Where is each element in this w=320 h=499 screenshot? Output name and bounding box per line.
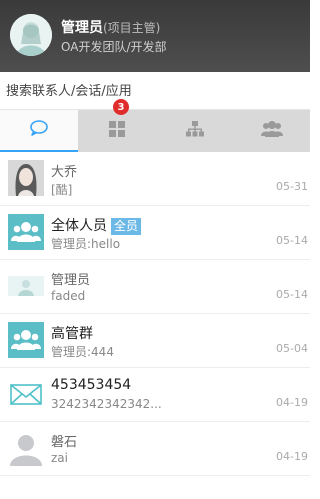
conversation-time: 05-04 [276, 342, 308, 355]
search-bar [0, 72, 310, 110]
conversation-title: 高管群 [51, 326, 93, 342]
conversation-preview: 3242342342342... [51, 397, 162, 411]
conversation-preview: [酷] [51, 183, 73, 197]
contacts-icon [261, 120, 283, 142]
conversation-title: 453453454 [51, 377, 132, 393]
conversation-time: 04-19 [276, 396, 308, 409]
group-icon [8, 322, 44, 358]
conversation-title: 全体人员 全员 [51, 215, 142, 235]
conversation-item[interactable]: 全体人员 全员 管理员:hello 05-14 [0, 206, 310, 260]
apps-icon [108, 120, 126, 142]
person-icon [8, 430, 44, 466]
conversation-item[interactable]: 高管群 管理员:444 05-04 [0, 314, 310, 368]
conversation-preview: 管理员:hello [51, 237, 121, 251]
conversation-preview: zai [51, 451, 68, 465]
conversation-preview: 管理员:444 [51, 345, 114, 359]
user-avatar[interactable] [10, 14, 52, 56]
tab-chats[interactable] [0, 110, 78, 152]
conversation-item[interactable]: 磐石 zai 04-19 [0, 422, 310, 476]
conversation-title: 管理员 [51, 273, 91, 288]
tab-bar [0, 110, 310, 152]
conversation-item[interactable]: 453453454 3242342342342... 04-19 [0, 368, 310, 422]
user-department: OA开发团队/开发部 [61, 40, 167, 54]
conversation-time: 05-14 [276, 288, 308, 301]
photo-avatar [8, 268, 44, 304]
conversation-preview: faded [51, 289, 86, 303]
user-role: (项目主管) [103, 21, 161, 35]
tab-organization[interactable] [156, 110, 234, 152]
user-name: 管理员(项目主管) [61, 20, 161, 36]
conversation-title: 磐石 [51, 435, 78, 450]
all-members-tag: 全员 [111, 218, 142, 235]
chat-icon [29, 119, 49, 141]
user-header: 管理员(项目主管) OA开发团队/开发部 [0, 0, 310, 72]
conversation-list: 大乔 [酷] 05-31 全体人员 全员 管理员:hello 05-14 管理员… [0, 152, 310, 476]
apps-badge: 3 [113, 99, 129, 115]
conversation-item[interactable]: 管理员 faded 05-14 [0, 260, 310, 314]
conversation-time: 04-19 [276, 450, 308, 463]
conversation-time: 05-14 [276, 234, 308, 247]
conversation-title: 大乔 [51, 165, 78, 180]
tab-apps[interactable] [78, 110, 156, 152]
photo-avatar [8, 160, 44, 196]
group-icon [8, 214, 44, 250]
tab-contacts[interactable] [234, 110, 310, 152]
org-chart-icon [185, 120, 205, 142]
search-input[interactable] [6, 81, 304, 101]
conversation-item[interactable]: 大乔 [酷] 05-31 [0, 152, 310, 206]
conversation-time: 05-31 [276, 180, 308, 193]
mail-icon [8, 376, 44, 412]
